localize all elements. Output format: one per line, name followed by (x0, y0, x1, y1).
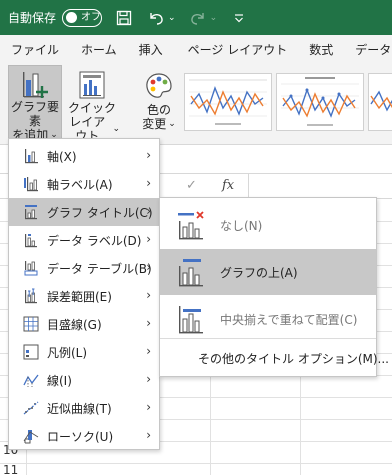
menu-item-label: 線(I) (47, 373, 72, 388)
menu-item-title-centered-overlay[interactable]: 中央揃えで重ねて配置(C) (160, 296, 376, 342)
tab-file[interactable]: ファイル (0, 35, 70, 65)
formula-divider (248, 174, 249, 198)
data-table-icon (19, 258, 43, 278)
chevron-right-icon: › (146, 148, 151, 162)
undo-dropdown-icon[interactable]: ⌄ (168, 13, 176, 23)
menu-item-axis-titles[interactable]: 軸ラベル(A) › (9, 170, 159, 198)
chevron-right-icon: › (146, 428, 151, 442)
ribbon: グラフ要素 を追加 ⌄ クイック レイアウト ⌄ 色の 変更 ⌄ (0, 65, 392, 145)
chevron-right-icon: › (146, 344, 151, 358)
menu-item-label: 軸ラベル(A) (47, 177, 113, 192)
undo-icon[interactable] (146, 8, 166, 28)
chevron-right-icon: › (146, 204, 151, 218)
change-colors-label-2: 変更 (142, 117, 167, 131)
lines-icon (19, 370, 43, 390)
chevron-right-icon: › (146, 176, 151, 190)
menu-item-label: 誤差範囲(E) (47, 289, 112, 304)
redo-icon[interactable] (188, 8, 208, 28)
chart-style-3[interactable] (368, 73, 392, 131)
menu-item-label: グラフ タイトル(C) (47, 205, 153, 220)
add-chart-element-menu: 軸(X) › 軸ラベル(A) › グラフ タイトル(C) › データ ラベル(D… (8, 138, 160, 450)
tab-page-layout[interactable]: ページ レイアウト (177, 35, 299, 65)
save-icon[interactable] (114, 8, 134, 28)
tab-home[interactable]: ホーム (70, 35, 128, 65)
menu-item-label: 軸(X) (47, 149, 77, 164)
change-colors-button[interactable]: 色の 変更 ⌄ (134, 65, 184, 143)
palette-icon (142, 69, 176, 103)
tab-formulas[interactable]: 数式 (298, 35, 344, 65)
menu-item-title-above-chart[interactable]: グラフの上(A) (160, 249, 376, 295)
menu-item-label: データ テーブル(B) (47, 261, 152, 276)
toggle-text: オフ (81, 11, 102, 23)
add-chart-element-button[interactable]: グラフ要素 を追加 ⌄ (8, 65, 62, 143)
tab-data[interactable]: データ (344, 35, 392, 65)
menu-item-data-labels[interactable]: データ ラベル(D) › (9, 226, 159, 254)
menu-item-chart-title[interactable]: グラフ タイトル(C) › (9, 198, 159, 226)
chart-title-submenu: なし(N) グラフの上(A) 中央揃えで重ねて配置(C) その他のタイトル オプ… (159, 197, 389, 377)
chevron-down-icon: ⌄ (112, 124, 120, 134)
menu-item-label: データ ラベル(D) (47, 233, 142, 248)
gridlines-icon (19, 314, 43, 334)
menu-separator (160, 338, 376, 339)
menu-item-gridlines[interactable]: 目盛線(G) › (9, 310, 159, 338)
chevron-right-icon: › (146, 288, 151, 302)
chart-style-2[interactable] (276, 73, 364, 131)
axes-icon (19, 146, 43, 166)
menu-item-label: 凡例(L) (47, 345, 88, 360)
quick-layout-icon (75, 69, 109, 101)
toggle-knob (66, 12, 78, 23)
chevron-right-icon: › (146, 316, 151, 330)
ribbon-tabs: ファイル ホーム 挿入 ページ レイアウト 数式 データ (0, 35, 392, 65)
enter-icon[interactable]: ✓ (186, 178, 197, 193)
customize-qat-icon[interactable] (229, 8, 249, 28)
menu-item-lines[interactable]: 線(I) › (9, 366, 159, 394)
trendline-icon (19, 398, 43, 418)
row-number-11[interactable]: 11 (0, 463, 20, 475)
change-colors-label-1: 色の (146, 103, 171, 117)
redo-dropdown-icon[interactable]: ⌄ (210, 13, 218, 23)
title-bar: 自動保存 オフ ⌄ ⌄ (0, 0, 392, 35)
chart-title-icon (19, 202, 43, 222)
tab-insert[interactable]: 挿入 (128, 35, 177, 65)
menu-item-axes[interactable]: 軸(X) › (9, 142, 159, 170)
menu-item-label: グラフの上(A) (220, 265, 298, 280)
add-chart-element-icon (18, 70, 52, 100)
menu-item-label: ローソク(U) (47, 429, 114, 444)
menu-item-error-bars[interactable]: 誤差範囲(E) › (9, 282, 159, 310)
title-overlay-icon (174, 302, 208, 336)
chart-style-1[interactable] (184, 73, 272, 131)
chevron-right-icon: › (146, 400, 151, 414)
menu-item-data-table[interactable]: データ テーブル(B) › (9, 254, 159, 282)
chevron-right-icon: › (146, 260, 151, 274)
menu-item-title-none[interactable]: なし(N) (160, 202, 376, 248)
menu-item-trendline[interactable]: 近似曲線(T) › (9, 394, 159, 422)
data-labels-icon (19, 230, 43, 250)
menu-item-label: 目盛線(G) (47, 317, 102, 332)
no-title-icon (174, 208, 208, 242)
insert-function-icon[interactable]: fx (222, 178, 234, 193)
chevron-right-icon: › (146, 372, 151, 386)
chevron-down-icon: ⌄ (168, 119, 176, 129)
title-above-chart-icon (174, 255, 208, 289)
menu-item-label: なし(N) (220, 218, 263, 233)
quick-layout-button[interactable]: クイック レイアウト ⌄ (64, 65, 120, 143)
menu-item-legend[interactable]: 凡例(L) › (9, 338, 159, 366)
autosave-label: 自動保存 (8, 11, 57, 25)
up-down-bars-icon (19, 426, 43, 446)
autosave-toggle[interactable]: オフ (62, 8, 103, 27)
quick-layout-label-1: クイック (67, 101, 116, 115)
menu-item-up-down-bars[interactable]: ローソク(U) › (9, 422, 159, 450)
more-title-options-link[interactable]: その他のタイトル オプション(M)... (198, 350, 389, 367)
menu-item-label: 中央揃えで重ねて配置(C) (220, 312, 358, 327)
chevron-right-icon: › (146, 232, 151, 246)
menu-item-label: 近似曲線(T) (47, 401, 112, 416)
axis-title-icon (19, 174, 43, 194)
error-bars-icon (19, 286, 43, 306)
legend-icon (19, 342, 43, 362)
add-chart-element-label-1: グラフ要素 (10, 100, 59, 128)
